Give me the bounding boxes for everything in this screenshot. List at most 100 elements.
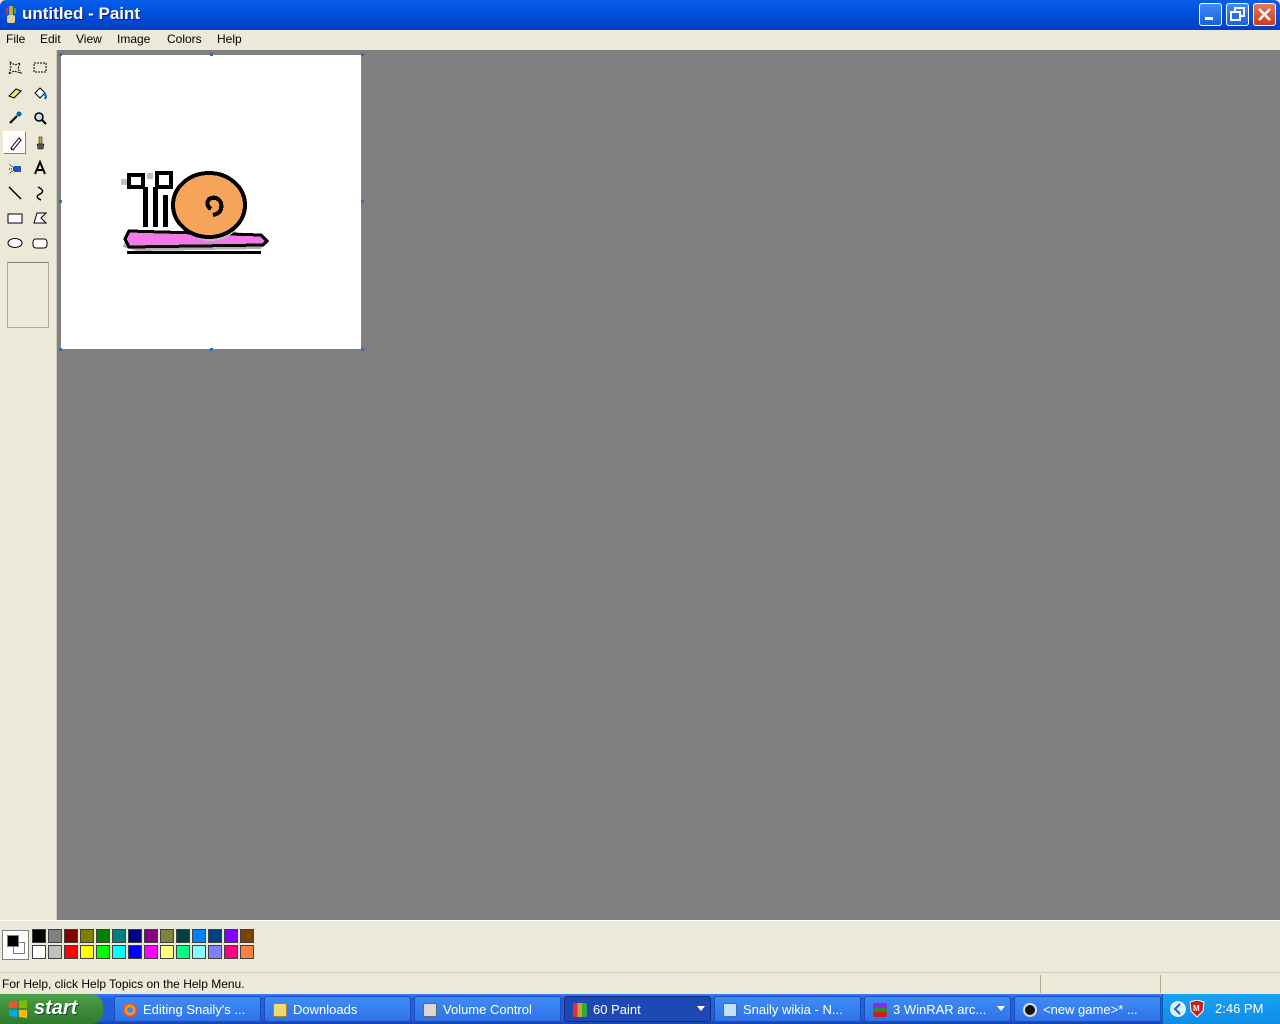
line-tool[interactable] (3, 181, 26, 204)
palette-color-swatch[interactable] (160, 945, 174, 959)
palette-color-swatch[interactable] (64, 945, 78, 959)
clock[interactable]: 2:46 PM (1215, 1001, 1263, 1016)
task-winrar[interactable]: 3 WinRAR arc... (864, 996, 1011, 1022)
restore-icon (1230, 7, 1245, 21)
curve-tool[interactable] (28, 181, 51, 204)
palette-color-swatch[interactable] (144, 929, 158, 943)
palette-color-swatch[interactable] (176, 945, 190, 959)
palette-color-swatch[interactable] (192, 929, 206, 943)
start-button[interactable]: start (0, 994, 103, 1024)
palette-color-swatch[interactable] (48, 945, 62, 959)
menu-bar: File Edit View Image Colors Help (0, 30, 1280, 50)
palette-color-swatch[interactable] (128, 945, 142, 959)
menu-help[interactable]: Help (217, 32, 242, 46)
palette-color-swatch[interactable] (112, 929, 126, 943)
palette-color-swatch[interactable] (32, 945, 46, 959)
resize-handle (59, 348, 62, 351)
minimize-button[interactable] (1199, 3, 1222, 26)
free-form-select-tool[interactable] (3, 56, 26, 79)
notepad-icon (723, 1003, 737, 1017)
text-icon (33, 159, 46, 174)
menu-file[interactable]: File (6, 32, 25, 46)
task-downloads[interactable]: Downloads (264, 996, 411, 1022)
drawing-canvas[interactable] (61, 55, 361, 349)
resize-handle[interactable] (210, 348, 213, 351)
chevron-down-icon (997, 1006, 1005, 1011)
polygon-tool[interactable] (28, 206, 51, 229)
game-maker-icon (1023, 1003, 1037, 1017)
palette-color-swatch[interactable] (96, 945, 110, 959)
resize-handle (210, 53, 213, 56)
pencil-tool[interactable] (3, 131, 26, 154)
task-paint[interactable]: 60 Paint (564, 996, 711, 1022)
airbrush-tool[interactable] (3, 156, 26, 179)
task-notepad[interactable]: Snaily wikia - N... (714, 996, 861, 1022)
brush-icon (36, 136, 44, 149)
eraser-icon (7, 87, 22, 99)
task-label: Editing Snaily's ... (143, 1002, 246, 1017)
show-hidden-icons-icon[interactable] (1169, 1000, 1187, 1018)
eraser-tool[interactable] (3, 81, 26, 104)
polygon-icon (32, 212, 47, 223)
magnifier-tool[interactable] (28, 106, 51, 129)
palette-color-swatch[interactable] (48, 929, 62, 943)
text-tool[interactable] (28, 156, 51, 179)
palette-color-swatch[interactable] (224, 945, 238, 959)
rectangle-tool[interactable] (3, 206, 26, 229)
title-bar[interactable]: untitled - Paint (0, 0, 1280, 30)
antivirus-shield-icon[interactable]: M (1189, 1000, 1205, 1018)
resize-handle[interactable] (361, 348, 364, 351)
close-button[interactable] (1253, 3, 1276, 26)
palette-color-swatch[interactable] (208, 929, 222, 943)
pick-color-icon (8, 111, 21, 124)
palette-color-swatch[interactable] (112, 945, 126, 959)
task-volume-control[interactable]: Volume Control (414, 996, 561, 1022)
rectangle-icon (7, 213, 22, 223)
current-colors[interactable] (2, 930, 29, 960)
ellipse-icon (7, 237, 22, 248)
menu-edit[interactable]: Edit (40, 32, 61, 46)
palette-color-swatch[interactable] (144, 945, 158, 959)
menu-image[interactable]: Image (117, 32, 150, 46)
pick-color-tool[interactable] (3, 106, 26, 129)
start-label: start (34, 997, 78, 1019)
resize-handle (361, 53, 364, 56)
task-label: 60 Paint (593, 1002, 641, 1017)
menu-colors[interactable]: Colors (167, 32, 202, 46)
palette-color-swatch[interactable] (160, 929, 174, 943)
curve-icon (36, 185, 43, 201)
task-game-maker[interactable]: <new game>* ... (1014, 996, 1161, 1022)
palette-color-swatch[interactable] (80, 945, 94, 959)
paint-icon (573, 1003, 587, 1017)
palette-color-swatch[interactable] (224, 929, 238, 943)
winrar-icon (873, 1003, 887, 1017)
pencil-icon (9, 136, 22, 151)
magnifier-icon (33, 111, 47, 125)
palette-color-swatch[interactable] (192, 945, 206, 959)
brush-tool[interactable] (28, 131, 51, 154)
volume-control-icon (423, 1003, 437, 1017)
palette-color-swatch[interactable] (176, 929, 190, 943)
palette-color-swatch[interactable] (80, 929, 94, 943)
palette-color-swatch[interactable] (128, 929, 142, 943)
svg-text:M: M (1193, 1004, 1200, 1013)
tool-options-box[interactable] (7, 262, 49, 328)
menu-view[interactable]: View (76, 32, 102, 46)
ellipse-tool[interactable] (3, 231, 26, 254)
palette-color-swatch[interactable] (240, 929, 254, 943)
restore-button[interactable] (1226, 3, 1249, 26)
task-chrome[interactable]: Editing Snaily's ... (114, 996, 261, 1022)
chrome-icon (123, 1003, 137, 1017)
resize-handle[interactable] (361, 200, 364, 203)
fill-tool[interactable] (28, 81, 51, 104)
select-tool[interactable] (28, 56, 51, 79)
palette-color-swatch[interactable] (208, 945, 222, 959)
status-cell-size (1160, 975, 1280, 993)
palette-color-swatch[interactable] (32, 929, 46, 943)
palette-color-swatch[interactable] (96, 929, 110, 943)
rounded-rectangle-tool[interactable] (28, 231, 51, 254)
palette-color-swatch[interactable] (240, 945, 254, 959)
resize-handle (59, 53, 62, 56)
palette-color-swatch[interactable] (64, 929, 78, 943)
system-tray: M 2:46 PM (1162, 994, 1280, 1024)
